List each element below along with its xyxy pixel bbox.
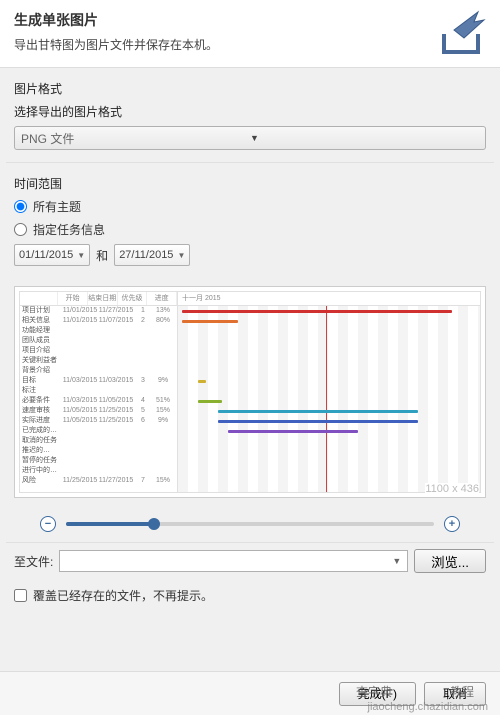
gantt-bar: [182, 310, 452, 313]
gantt-bar: [228, 430, 358, 433]
radio-all-label: 所有主题: [33, 198, 81, 215]
dialog-title: 生成单张图片: [14, 10, 486, 30]
zoom-thumb[interactable]: [148, 518, 160, 530]
gantt-bar: [198, 400, 222, 403]
zoom-out-button[interactable]: −: [40, 516, 56, 532]
date-and-label: 和: [96, 247, 108, 264]
overwrite-checkbox[interactable]: [14, 589, 27, 602]
time-section: 时间范围 所有主题 指定任务信息 01/11/2015 ▼ 和 27/11/20…: [0, 163, 500, 278]
today-line: [326, 306, 327, 492]
gantt-bar: [218, 410, 418, 413]
table-row: 团队成员: [20, 336, 177, 346]
overwrite-row: 覆盖已经存在的文件，不再提示。: [0, 579, 500, 612]
format-value: PNG 文件: [21, 130, 250, 147]
table-row: 暂停的任务: [20, 456, 177, 466]
format-dropdown[interactable]: PNG 文件 ▼: [14, 126, 486, 150]
table-row: 背景介绍: [20, 366, 177, 376]
col-priority: 优先级: [118, 292, 148, 305]
table-row: 目标11/03/201511/03/201539%: [20, 376, 177, 386]
table-row: 速度审核11/05/201511/25/2015515%: [20, 406, 177, 416]
dialog-footer: 完成(F) 取消: [0, 671, 500, 715]
zoom-controls: − +: [0, 498, 500, 542]
table-row: 项目介绍: [20, 346, 177, 356]
chevron-down-icon: ▼: [77, 251, 85, 260]
radio-all-input[interactable]: [14, 200, 27, 213]
radio-all-topics[interactable]: 所有主题: [14, 198, 486, 215]
radio-range-input[interactable]: [14, 223, 27, 236]
file-label: 至文件:: [14, 553, 53, 570]
radio-range-label: 指定任务信息: [33, 221, 105, 238]
table-row: 标注: [20, 386, 177, 396]
gantt-month-label: 十一月 2015: [178, 292, 480, 306]
finish-button[interactable]: 完成(F): [339, 682, 416, 706]
gantt-bar: [218, 420, 418, 423]
gantt-bar: [198, 380, 206, 383]
chevron-down-icon: ▼: [386, 556, 407, 566]
col-name: [20, 292, 58, 305]
file-row: 至文件: ▼ 浏览...: [0, 543, 500, 579]
zoom-slider[interactable]: [66, 522, 434, 526]
col-progress: 进度: [147, 292, 177, 305]
gantt-table-header: 开始 结束日期 优先级 进度: [20, 292, 177, 306]
file-path-dropdown[interactable]: ▼: [59, 550, 408, 572]
radio-range[interactable]: 指定任务信息: [14, 221, 486, 238]
table-row: 取消的任务: [20, 436, 177, 446]
gantt-preview: 开始 结束日期 优先级 进度 项目计划11/01/201511/27/20151…: [14, 286, 486, 498]
table-row: 必要条件11/03/201511/05/2015451%: [20, 396, 177, 406]
preview-dimensions: 1100 x 436: [425, 483, 479, 495]
dialog-subtitle: 导出甘特图为图片文件并保存在本机。: [14, 36, 486, 53]
zoom-in-button[interactable]: +: [444, 516, 460, 532]
date-to-value: 27/11/2015: [119, 249, 173, 261]
col-end: 结束日期: [88, 292, 118, 305]
date-range-row: 01/11/2015 ▼ 和 27/11/2015 ▼: [14, 244, 486, 266]
table-row: 相关信息11/01/201511/07/2015280%: [20, 316, 177, 326]
table-row: 项目计划11/01/201511/27/2015113%: [20, 306, 177, 316]
date-from-value: 01/11/2015: [19, 249, 73, 261]
time-label: 时间范围: [14, 175, 486, 192]
gantt-chart: 十一月 2015: [178, 292, 480, 492]
cancel-button[interactable]: 取消: [424, 682, 486, 706]
date-from-picker[interactable]: 01/11/2015 ▼: [14, 244, 90, 266]
dialog-header: 生成单张图片 导出甘特图为图片文件并保存在本机。: [0, 0, 500, 68]
table-row: 功能经理: [20, 326, 177, 336]
table-row: 实际进度11/05/201511/25/201569%: [20, 416, 177, 426]
gantt-table: 开始 结束日期 优先级 进度 项目计划11/01/201511/27/20151…: [20, 292, 178, 492]
table-row: 已完成的…: [20, 426, 177, 436]
format-sublabel: 选择导出的图片格式: [14, 103, 486, 120]
chevron-down-icon: ▼: [250, 133, 479, 143]
table-row: 关键利益者: [20, 356, 177, 366]
chevron-down-icon: ▼: [177, 251, 185, 260]
table-row: 进行中的…: [20, 466, 177, 476]
date-to-picker[interactable]: 27/11/2015 ▼: [114, 244, 190, 266]
format-label: 图片格式: [14, 80, 486, 97]
table-row: 风险11/25/201511/27/2015715%: [20, 476, 177, 486]
export-icon: [434, 6, 488, 60]
col-start: 开始: [58, 292, 88, 305]
overwrite-label: 覆盖已经存在的文件，不再提示。: [33, 587, 213, 604]
table-row: 推迟的…: [20, 446, 177, 456]
browse-button[interactable]: 浏览...: [414, 549, 486, 573]
format-section: 图片格式 选择导出的图片格式 PNG 文件 ▼: [0, 68, 500, 162]
gantt-bar: [182, 320, 238, 323]
